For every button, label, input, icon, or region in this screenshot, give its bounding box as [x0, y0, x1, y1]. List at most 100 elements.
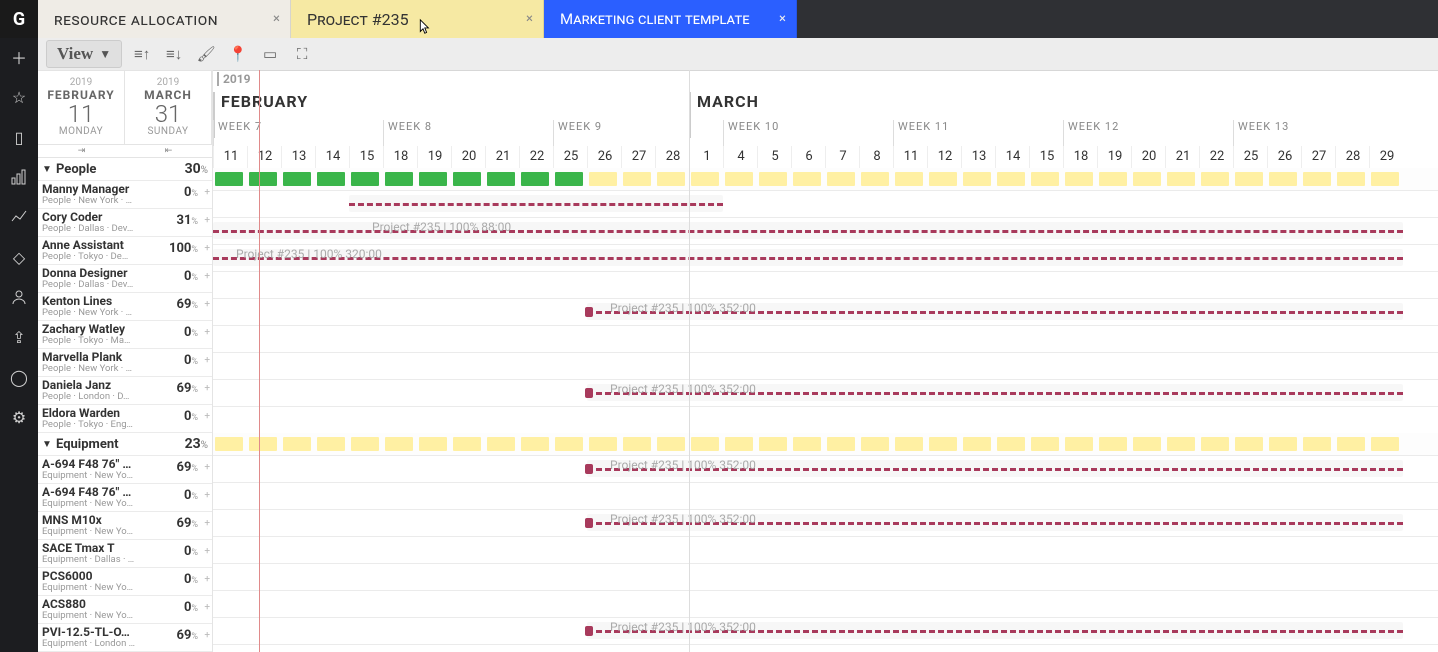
resource-row[interactable]: SACE Tmax TEquipment · Dallas · …0%+	[38, 540, 212, 568]
timeline-row[interactable]	[213, 271, 1438, 299]
timeline-row[interactable]	[213, 482, 1438, 510]
timeline-row[interactable]	[213, 406, 1438, 434]
sort-desc-icon[interactable]: ≡↓	[162, 42, 186, 66]
timeline-row[interactable]: Project #235 | 100% 352:00	[213, 617, 1438, 645]
timeline-body[interactable]: Project #235 | 100% 88:00Project #235 | …	[213, 168, 1438, 652]
expand-icon[interactable]: +	[204, 299, 210, 310]
util-segment	[1201, 172, 1229, 186]
export-icon[interactable]: ⇪	[10, 328, 28, 346]
expand-icon[interactable]: +	[204, 518, 210, 529]
fullscreen-icon[interactable]: ⛶	[290, 42, 314, 66]
timeline-row[interactable]	[213, 325, 1438, 353]
expand-icon[interactable]: +	[204, 462, 210, 473]
expand-icon[interactable]: +	[204, 630, 210, 641]
bar-handle[interactable]	[585, 518, 593, 528]
caret-down-icon: ▼	[42, 439, 52, 450]
resource-row[interactable]: Kenton LinesPeople · New York · …69%+	[38, 293, 212, 321]
resource-row[interactable]: Daniela JanzPeople · London · D…69%+	[38, 377, 212, 405]
date-range-display[interactable]: 2019 FEBRUARY 11 MONDAY 2019 MARCH 31 SU…	[38, 70, 212, 145]
add-icon[interactable]: ＋	[10, 48, 28, 66]
util-segment	[453, 437, 481, 451]
timeline-row[interactable]: Project #235 | 100% 352:00	[213, 455, 1438, 483]
util-segment	[555, 437, 583, 451]
star-icon[interactable]: ☆	[10, 88, 28, 106]
app-logo[interactable]: G	[0, 0, 38, 38]
resource-name: Kenton Lines	[42, 295, 152, 308]
close-icon[interactable]: ×	[526, 12, 533, 27]
timeline-row[interactable]	[213, 190, 1438, 218]
group-header[interactable]: ▼People30%	[38, 158, 212, 181]
close-icon[interactable]: ×	[273, 12, 280, 27]
drop-icon[interactable]: ◇	[10, 248, 28, 266]
expand-icon[interactable]: +	[204, 215, 210, 226]
tab-1[interactable]: Project #235×	[291, 0, 544, 38]
resource-utilization: 0%	[184, 326, 198, 340]
resource-row[interactable]: Cory CoderPeople · Dallas · Dev…31%+	[38, 209, 212, 237]
expand-icon[interactable]: +	[204, 574, 210, 585]
allocation-bar[interactable]	[213, 257, 1403, 260]
timeline[interactable]: 2019 FEBRUARYMARCH WEEK 7WEEK 8WEEK 9WEE…	[213, 70, 1438, 652]
timeline-row[interactable]: Project #235 | 100% 352:00	[213, 379, 1438, 407]
resource-row[interactable]: A-694 F48 76" …Equipment · New Yo…69%+	[38, 456, 212, 484]
expand-icon[interactable]: +	[204, 411, 210, 422]
format-icon[interactable]: 🖌	[194, 42, 218, 66]
resource-row[interactable]: Marvella PlankPeople · New York · …0%+	[38, 349, 212, 377]
view-menu-button[interactable]: View ▼	[46, 40, 122, 68]
resource-row[interactable]: ACS880Equipment · New Yo…0%+	[38, 596, 212, 624]
resource-name: Daniela Janz	[42, 379, 152, 392]
help-icon[interactable]: ◯	[10, 368, 28, 386]
expand-icon[interactable]: +	[204, 187, 210, 198]
resource-subtitle: People · Dallas · Dev…	[42, 280, 172, 290]
timeline-row[interactable]	[213, 590, 1438, 618]
timeline-row[interactable]: Project #235 | 100% 88:00	[213, 217, 1438, 245]
tab-0[interactable]: RESOURCE ALLOCATION×	[38, 0, 291, 38]
range-start-cell[interactable]: 2019 FEBRUARY 11 MONDAY	[38, 71, 125, 144]
pin-icon[interactable]: 📍	[226, 42, 250, 66]
expand-icon[interactable]: +	[204, 271, 210, 282]
bar-handle[interactable]	[585, 464, 593, 474]
expand-icon[interactable]: +	[204, 327, 210, 338]
timeline-row[interactable]: Project #235 | 100% 352:00	[213, 298, 1438, 326]
timeline-row[interactable]	[213, 536, 1438, 564]
timeline-row[interactable]	[213, 563, 1438, 591]
allocation-bar[interactable]	[349, 203, 723, 206]
reports-icon[interactable]	[10, 168, 28, 186]
expand-icon[interactable]: +	[204, 490, 210, 501]
resource-row[interactable]: Eldora WardenPeople · Tokyo · Eng…0%+	[38, 405, 212, 433]
chart-icon[interactable]	[10, 208, 28, 226]
range-controls[interactable]: ⇥ ⇤	[38, 145, 212, 158]
resource-row[interactable]: A-694 F48 76" …Equipment · New Yo…0%+	[38, 484, 212, 512]
expand-icon[interactable]: +	[204, 383, 210, 394]
expand-icon[interactable]: +	[204, 602, 210, 613]
sort-asc-icon[interactable]: ≡↑	[130, 42, 154, 66]
timeline-day-label: 28	[1335, 146, 1370, 168]
timeline-row[interactable]: Project #235 | 100% 352:00	[213, 509, 1438, 537]
resource-row[interactable]: Donna DesignerPeople · Dallas · Dev…0%+	[38, 265, 212, 293]
range-collapse-icon[interactable]: ⇥	[78, 146, 86, 156]
resource-utilization: 69%	[176, 382, 198, 396]
resource-row[interactable]: MNS M10xEquipment · New Yo…69%+	[38, 512, 212, 540]
resource-row[interactable]: Zachary WatleyPeople · Tokyo · Ma…0%+	[38, 321, 212, 349]
expand-icon[interactable]: +	[204, 546, 210, 557]
resource-row[interactable]: PCS6000Equipment · New Yo…0%+	[38, 568, 212, 596]
group-header[interactable]: ▼Equipment23%	[38, 433, 212, 456]
resource-row[interactable]: Anne AssistantPeople · Tokyo · De…100%+	[38, 237, 212, 265]
resource-row[interactable]: Manny ManagerPeople · New York · …0%+	[38, 181, 212, 209]
people-icon[interactable]	[10, 288, 28, 306]
resource-row[interactable]: PVI-12.5-TL-O…Equipment · London …69%+	[38, 624, 212, 652]
bar-handle[interactable]	[585, 388, 593, 398]
close-icon[interactable]: ×	[779, 12, 786, 27]
expand-icon[interactable]: +	[204, 355, 210, 366]
bar-handle[interactable]	[585, 626, 593, 636]
settings-icon[interactable]: ⚙	[10, 408, 28, 426]
today-icon[interactable]: ▭	[258, 42, 282, 66]
timeline-row[interactable]	[213, 352, 1438, 380]
bar-handle[interactable]	[585, 307, 593, 317]
range-end-cell[interactable]: 2019 MARCH 31 SUNDAY	[125, 71, 212, 144]
page-icon[interactable]: ▯	[10, 128, 28, 146]
timeline-row[interactable]: Project #235 | 100% 320:00	[213, 244, 1438, 272]
util-segment	[317, 172, 345, 186]
tab-2[interactable]: Marketing client template×	[544, 0, 797, 38]
range-expand-icon[interactable]: ⇤	[165, 146, 173, 156]
expand-icon[interactable]: +	[204, 243, 210, 254]
